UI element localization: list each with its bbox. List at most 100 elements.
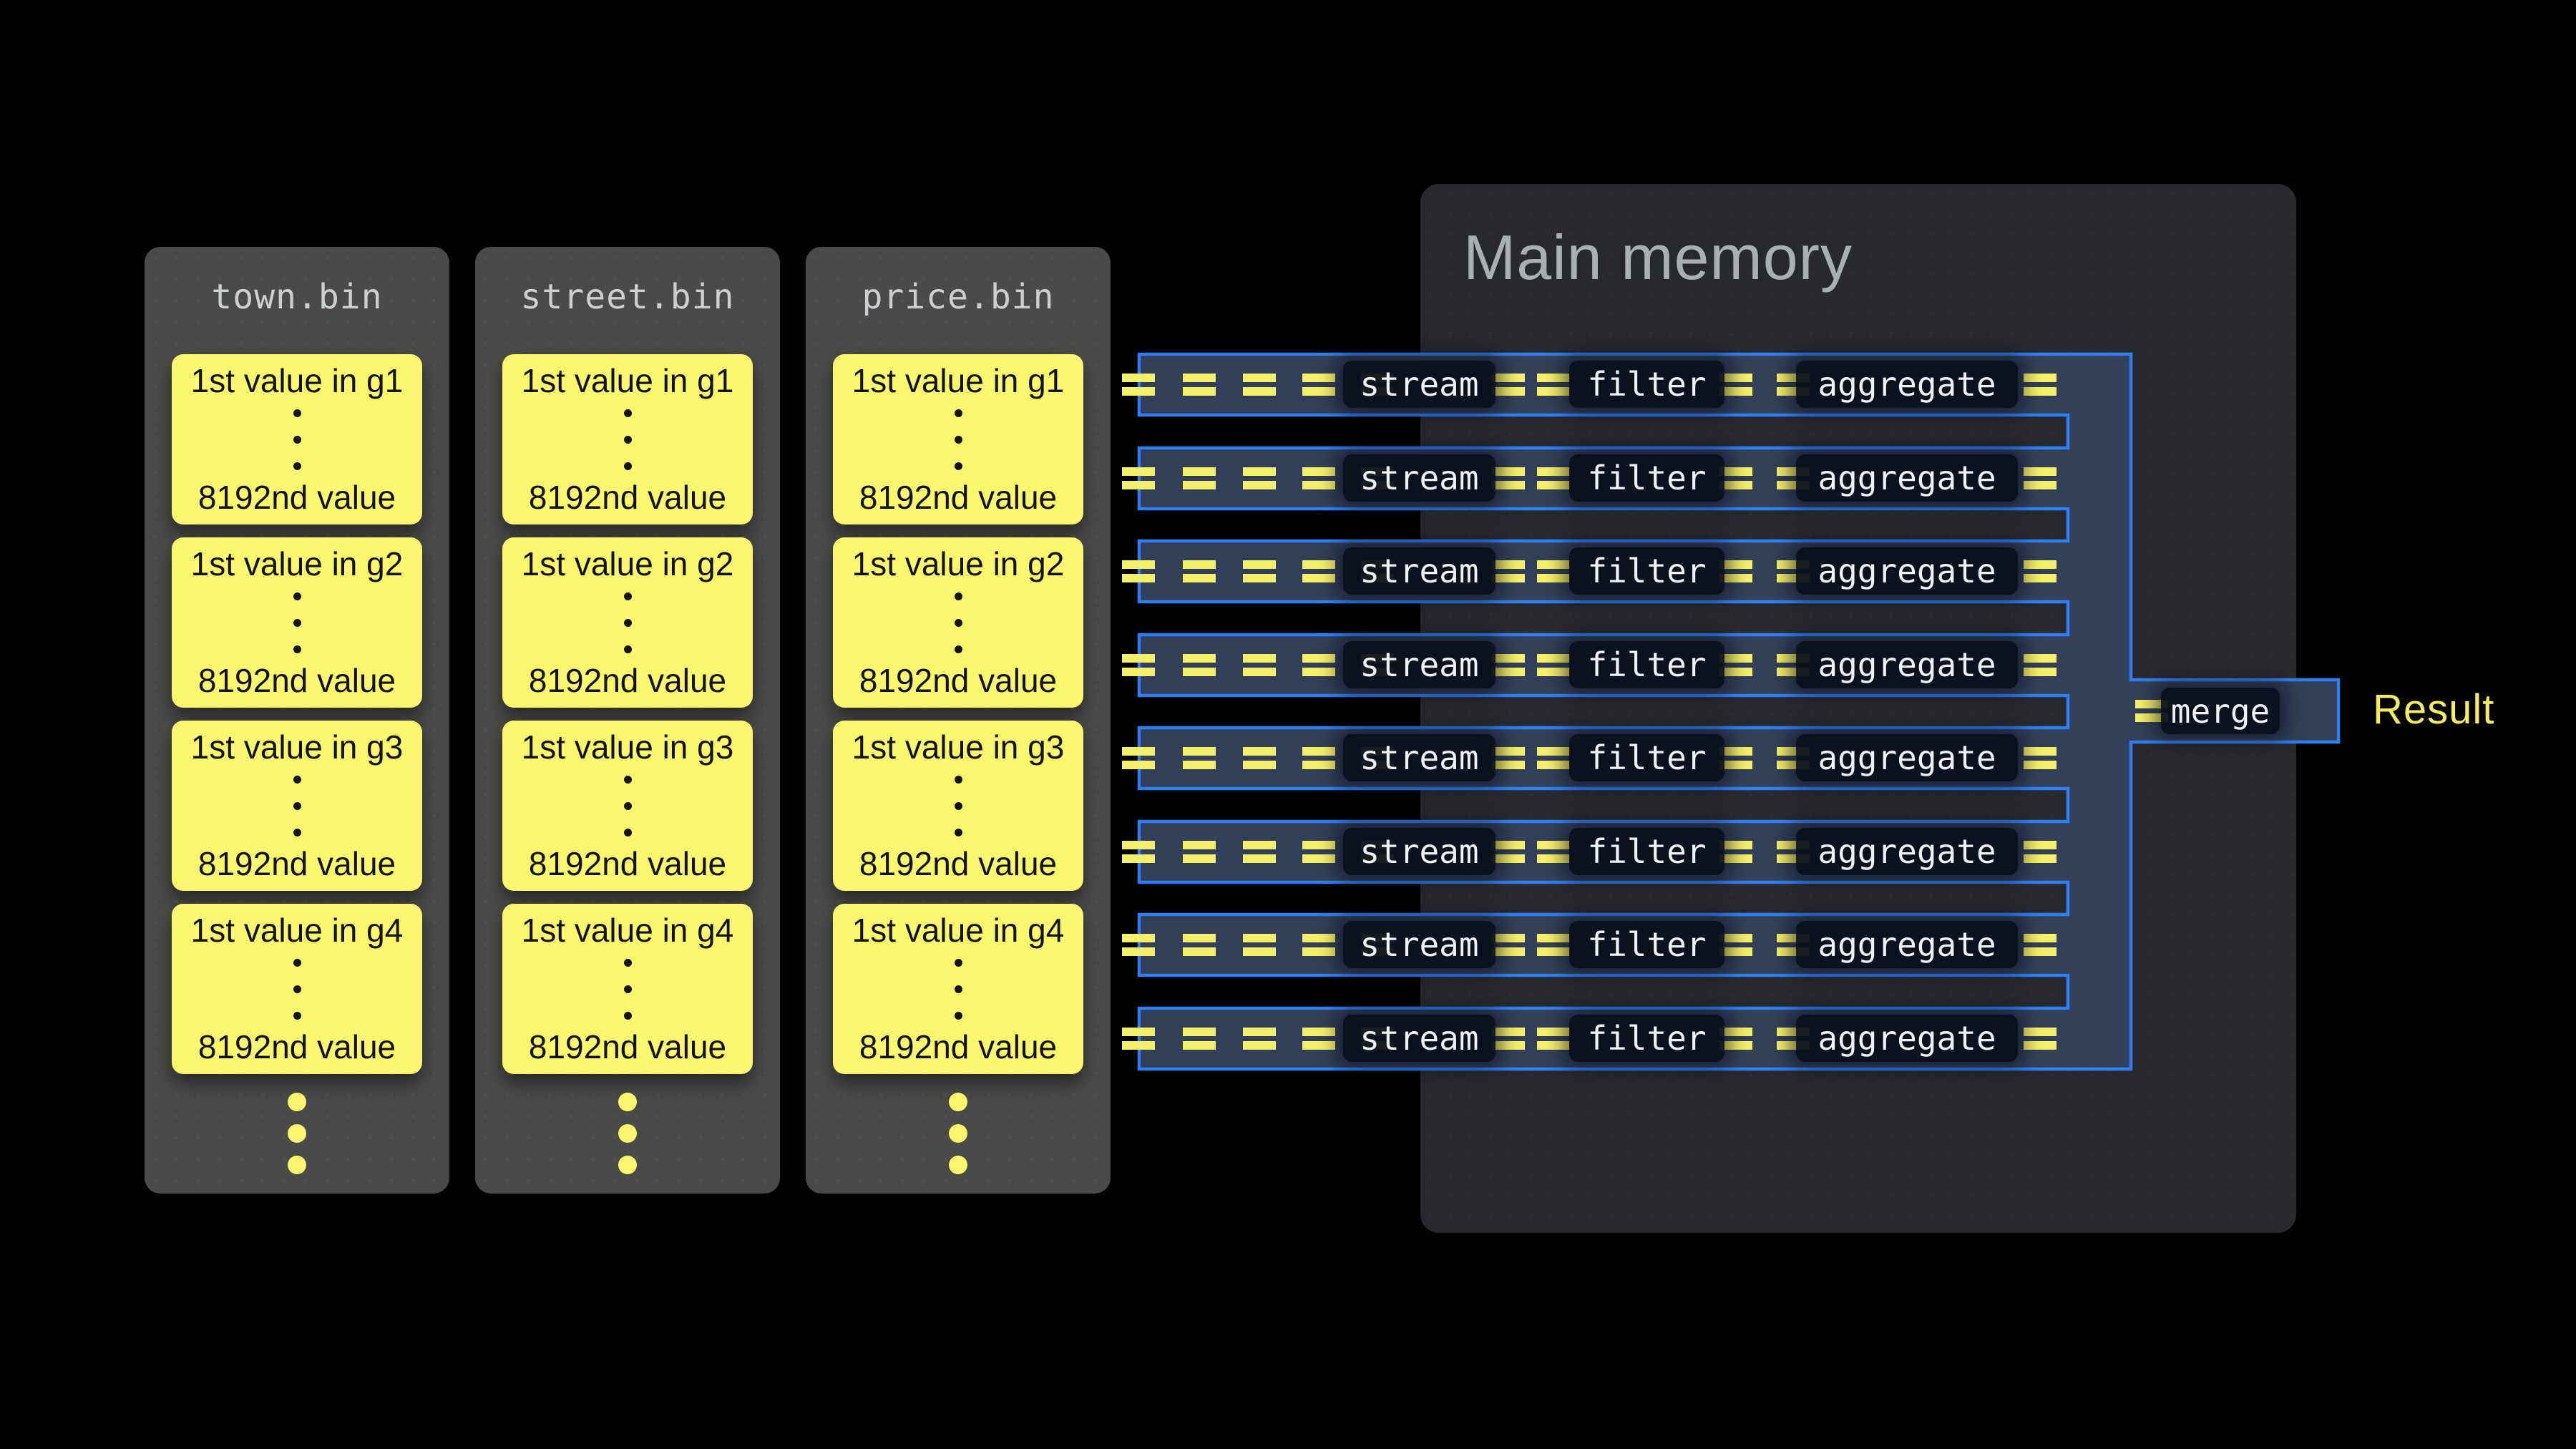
granule-block: 1st value in g18192nd value — [833, 354, 1083, 525]
granule-last-value-label: 8192nd value — [859, 1029, 1057, 1065]
ellipsis-dot — [955, 802, 962, 810]
stream-chip: stream — [1343, 734, 1496, 781]
equals-dash-icon — [1492, 1028, 1525, 1050]
ellipsis-dot — [624, 776, 632, 784]
equals-dash-icon — [1122, 934, 1155, 956]
column-more-granules-ellipsis-icon — [475, 1093, 780, 1174]
equals-dash-icon — [1183, 841, 1216, 863]
ellipsis-dot — [293, 1012, 301, 1020]
ellipsis-dot — [288, 1124, 306, 1143]
granule-block: 1st value in g1 8192nd value — [502, 354, 753, 525]
file-column-town-bin: town.bin1st value in g18192nd value1st v… — [145, 247, 449, 1194]
ellipsis-dot — [624, 409, 632, 417]
pipeline-row: streamfilteraggregate — [1122, 354, 2138, 415]
ellipsis-dot — [955, 592, 962, 600]
ellipsis-dot — [624, 645, 632, 653]
equals-dash-icon — [1183, 654, 1216, 676]
ellipsis-dot — [293, 985, 301, 993]
file-column-title: street.bin — [475, 247, 780, 347]
equals-dash-icon — [1302, 467, 1335, 489]
filter-chip: filter — [1569, 361, 1724, 408]
granule-last-value-label: 8192nd value — [859, 479, 1057, 516]
ellipsis-dot — [955, 985, 962, 993]
granule-block: 1st value in g38192nd value — [833, 721, 1083, 891]
filter-chip: filter — [1569, 828, 1724, 875]
granule-block: 1st value in g4 8192nd value — [172, 904, 422, 1074]
equals-dash-icon — [1122, 560, 1155, 582]
equals-dash-icon — [1537, 374, 1570, 396]
ellipsis-dot — [293, 462, 301, 470]
equals-dash-icon — [1243, 1028, 1276, 1050]
granule-first-value-label: 1st value in g4 — [191, 912, 404, 949]
equals-dash-icon — [1243, 841, 1276, 863]
granule-ellipsis-icon — [293, 592, 301, 653]
equals-dash-icon — [1537, 654, 1570, 676]
stream-chip: stream — [1343, 828, 1496, 875]
ellipsis-dot — [955, 645, 962, 653]
ellipsis-dot — [955, 436, 962, 444]
granule-last-value-label: 8192nd value — [198, 663, 396, 699]
granule-last-value-label: 8192nd value — [198, 1029, 396, 1065]
granule-last-value-label: 8192nd value — [529, 479, 726, 516]
ellipsis-dot — [293, 829, 301, 836]
file-column-price-bin: price.bin1st value in g18192nd value 1st … — [806, 247, 1111, 1194]
granule-ellipsis-icon — [955, 776, 962, 836]
equals-dash-icon — [1537, 841, 1570, 863]
equals-dash-icon — [1243, 467, 1276, 489]
granule-last-value-label: 8192nd value — [198, 479, 396, 516]
column-more-granules-ellipsis-icon — [145, 1093, 449, 1174]
ellipsis-dot — [293, 645, 301, 653]
file-column-title: price.bin — [806, 247, 1111, 347]
granule-first-value-label: 1st value in g2 — [191, 546, 404, 582]
stream-chip: stream — [1343, 641, 1496, 688]
granule-last-value-label: 8192nd value — [529, 846, 726, 882]
merge-chip: merge — [2161, 688, 2280, 734]
ellipsis-dot — [955, 409, 962, 417]
granule-ellipsis-icon — [624, 592, 632, 653]
ellipsis-dot — [293, 436, 301, 444]
filter-chip: filter — [1569, 921, 1724, 968]
ellipsis-dot — [288, 1156, 306, 1174]
equals-dash-icon — [1183, 374, 1216, 396]
granule-last-value-label: 8192nd value — [198, 846, 396, 882]
ellipsis-dot — [618, 1156, 637, 1174]
equals-dash-icon — [2024, 747, 2057, 769]
equals-dash-icon — [1492, 467, 1525, 489]
ellipsis-dot — [293, 592, 301, 600]
equals-dash-icon — [1122, 467, 1155, 489]
granule-first-value-label: 1st value in g3 — [191, 729, 404, 766]
granule-ellipsis-icon — [624, 776, 632, 836]
ellipsis-dot — [955, 829, 962, 836]
ellipsis-dot — [624, 1012, 632, 1020]
granule-ellipsis-icon — [955, 959, 962, 1020]
aggregate-chip: aggregate — [1796, 361, 2018, 408]
equals-dash-icon — [1243, 374, 1276, 396]
equals-dash-icon — [2024, 560, 2057, 582]
equals-dash-icon — [1183, 560, 1216, 582]
pipeline-row: streamfilteraggregate — [1122, 1008, 2138, 1069]
granule-block: 1st value in g18192nd value — [172, 354, 422, 525]
granule-first-value-label: 1st value in g3 — [522, 729, 734, 766]
ellipsis-dot — [949, 1124, 967, 1143]
ellipsis-dot — [288, 1093, 306, 1111]
equals-dash-icon — [1537, 467, 1570, 489]
granule-last-value-label: 8192nd value — [859, 846, 1057, 882]
equals-dash-icon — [1183, 467, 1216, 489]
ellipsis-dot — [293, 409, 301, 417]
granule-ellipsis-icon — [955, 409, 962, 470]
ellipsis-dot — [293, 619, 301, 627]
file-column-street-bin: street.bin1st value in g18192nd value1st… — [475, 247, 780, 1194]
equals-dash-icon — [1492, 747, 1525, 769]
granule-block: 1st value in g48192nd value — [502, 904, 753, 1074]
aggregate-chip: aggregate — [1796, 454, 2018, 502]
ellipsis-dot — [624, 829, 632, 836]
equals-dash-icon — [1302, 934, 1335, 956]
granule-first-value-label: 1st value in g1 — [522, 363, 734, 399]
filter-chip: filter — [1569, 547, 1724, 595]
granule-ellipsis-icon — [293, 776, 301, 836]
equals-dash-icon — [1122, 1028, 1155, 1050]
filter-chip: filter — [1569, 454, 1724, 502]
equals-dash-icon — [1183, 934, 1216, 956]
granule-first-value-label: 1st value in g4 — [852, 912, 1065, 949]
stream-chip: stream — [1343, 547, 1496, 595]
